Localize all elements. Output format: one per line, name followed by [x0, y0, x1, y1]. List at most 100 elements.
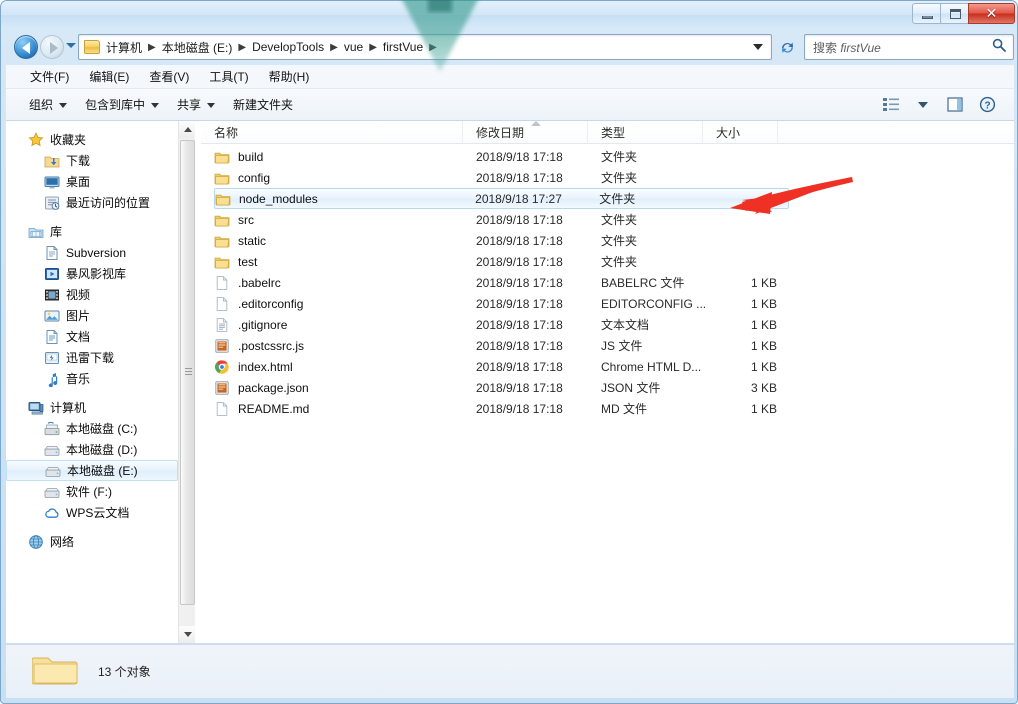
- file-name-label: test: [238, 254, 258, 269]
- video-icon: [44, 287, 60, 303]
- sidebar-item-4[interactable]: WPS云文档: [6, 502, 178, 523]
- computer-icon: [28, 401, 44, 415]
- sidebar-group-header[interactable]: 网络: [6, 531, 178, 552]
- sidebar-item-1[interactable]: 本地磁盘 (D:): [6, 439, 178, 460]
- scrollbar-thumb[interactable]: [180, 140, 195, 605]
- sidebar-item-label: 软件 (F:): [66, 484, 112, 499]
- table-row[interactable]: package.json 2018/9/18 17:18 JSON 文件 3 KB: [214, 377, 1006, 398]
- sidebar-scrollbar[interactable]: [178, 121, 196, 643]
- table-row[interactable]: .babelrc 2018/9/18 17:18 BABELRC 文件 1 KB: [214, 272, 1006, 293]
- breadcrumb-separator-icon[interactable]: ▶: [146, 42, 158, 53]
- search-box[interactable]: 搜索 firstVue: [804, 34, 1014, 60]
- sidebar-item-0[interactable]: 下载: [6, 150, 178, 171]
- table-row[interactable]: test 2018/9/18 17:18 文件夹: [214, 251, 1006, 272]
- file-name-label: .editorconfig: [238, 296, 304, 311]
- menu-bar: 文件(F) 编辑(E) 查看(V) 工具(T) 帮助(H): [6, 65, 1014, 89]
- breadcrumb-separator-icon[interactable]: ▶: [236, 42, 248, 53]
- file-name-label: node_modules: [239, 191, 318, 206]
- breadcrumb-item[interactable]: vue: [340, 38, 367, 56]
- sidebar-item-4[interactable]: 文档: [6, 326, 178, 347]
- sidebar-group-header[interactable]: 库: [6, 221, 178, 242]
- toolbar-button-0[interactable]: 组织: [20, 92, 76, 117]
- breadcrumb-item[interactable]: 计算机: [102, 37, 146, 58]
- address-bar[interactable]: 计算机 ▶ 本地磁盘 (E:) ▶ DevelopTools ▶ vue ▶ firstVue ▶: [78, 34, 772, 60]
- toolbar-button-3[interactable]: 新建文件夹: [224, 92, 302, 117]
- scroll-down-button[interactable]: [179, 626, 196, 643]
- file-name-cell: node_modules: [215, 191, 475, 207]
- refresh-button[interactable]: [774, 34, 800, 60]
- file-date-cell: 2018/9/18 17:18: [476, 401, 563, 416]
- column-header-date[interactable]: 修改日期: [463, 121, 588, 144]
- table-row[interactable]: config 2018/9/18 17:18 文件夹: [214, 167, 1006, 188]
- refresh-icon: [781, 42, 793, 53]
- sidebar-group-label: 收藏夹: [50, 132, 87, 147]
- table-row[interactable]: build 2018/9/18 17:18 文件夹: [214, 146, 1006, 167]
- sidebar-item-1[interactable]: 暴风影视库: [6, 263, 178, 284]
- table-row[interactable]: .postcssrc.js 2018/9/18 17:18 JS 文件 1 KB: [214, 335, 1006, 356]
- column-header-type[interactable]: 类型: [588, 121, 703, 144]
- menu-item-1[interactable]: 编辑(E): [79, 65, 139, 88]
- close-icon: ✕: [985, 5, 998, 21]
- close-button[interactable]: ✕: [968, 3, 1015, 24]
- sidebar-item-3[interactable]: 软件 (F:): [6, 481, 178, 502]
- file-size-cell: 3 KB: [750, 380, 777, 395]
- table-row[interactable]: node_modules 2018/9/18 17:27 文件夹: [214, 188, 789, 209]
- breadcrumb-separator-icon[interactable]: ▶: [367, 42, 379, 53]
- breadcrumb-separator-icon[interactable]: ▶: [328, 42, 340, 53]
- table-row[interactable]: README.md 2018/9/18 17:18 MD 文件 1 KB: [214, 398, 1006, 419]
- breadcrumb-item[interactable]: firstVue: [379, 38, 427, 56]
- chevron-down-icon[interactable]: [908, 93, 938, 117]
- network-icon: [28, 534, 44, 550]
- sidebar-item-0[interactable]: 本地磁盘 (C:): [6, 418, 178, 439]
- column-header-name[interactable]: 名称: [201, 121, 463, 144]
- sidebar-item-label: 本地磁盘 (D:): [66, 442, 138, 457]
- toolbar-button-2[interactable]: 共享: [168, 92, 224, 117]
- chevron-down-icon[interactable]: [753, 44, 763, 50]
- minimize-button[interactable]: [912, 3, 941, 24]
- sidebar-item-5[interactable]: 迅雷下载: [6, 347, 178, 368]
- drive-icon: [45, 466, 61, 477]
- column-header-size[interactable]: 大小: [703, 121, 778, 144]
- sidebar-item-2[interactable]: 本地磁盘 (E:): [6, 460, 178, 481]
- table-row[interactable]: .gitignore 2018/9/18 17:18 文本文档 1 KB: [214, 314, 1006, 335]
- menu-item-2[interactable]: 查看(V): [139, 65, 199, 88]
- back-button[interactable]: [14, 35, 38, 59]
- text-file-icon: [214, 317, 230, 333]
- forward-button[interactable]: [40, 35, 64, 59]
- toolbar-button-1[interactable]: 包含到库中: [76, 92, 168, 117]
- sidebar-item-1[interactable]: 桌面: [6, 171, 178, 192]
- menu-item-0[interactable]: 文件(F): [20, 65, 79, 88]
- table-row[interactable]: index.html 2018/9/18 17:18 Chrome HTML D..…: [214, 356, 1006, 377]
- sidebar-item-2[interactable]: 视频: [6, 284, 178, 305]
- breadcrumb-separator-icon[interactable]: ▶: [427, 42, 439, 53]
- sidebar-group-header[interactable]: 计算机: [6, 397, 178, 418]
- maximize-button[interactable]: [940, 3, 969, 24]
- breadcrumb-item[interactable]: DevelopTools: [248, 38, 328, 56]
- table-row[interactable]: .editorconfig 2018/9/18 17:18 EDITORCONFIG…: [214, 293, 1006, 314]
- menu-item-4[interactable]: 帮助(H): [259, 65, 320, 88]
- scroll-up-button[interactable]: [179, 121, 196, 138]
- menu-item-3[interactable]: 工具(T): [199, 65, 258, 88]
- documents-icon: [46, 329, 58, 344]
- maximize-icon: [950, 9, 961, 19]
- view-list-icon[interactable]: [876, 93, 906, 117]
- download-folder-icon: [44, 156, 60, 167]
- sidebar-item-6[interactable]: 音乐: [6, 368, 178, 389]
- breadcrumb-item[interactable]: 本地磁盘 (E:): [158, 37, 237, 58]
- sidebar-item-0[interactable]: Subversion: [6, 242, 178, 263]
- table-row[interactable]: src 2018/9/18 17:18 文件夹: [214, 209, 1006, 230]
- music-icon: [44, 371, 60, 387]
- help-icon[interactable]: ?: [972, 93, 1002, 117]
- recent-pages-dropdown[interactable]: [66, 43, 76, 48]
- preview-pane-icon[interactable]: [940, 93, 970, 117]
- sidebar-item-3[interactable]: 图片: [6, 305, 178, 326]
- file-name-label: .postcssrc.js: [238, 338, 305, 353]
- sidebar-item-2[interactable]: 最近访问的位置: [6, 192, 178, 213]
- baofeng-icon: [44, 266, 60, 282]
- search-input[interactable]: 搜索 firstVue: [813, 39, 881, 56]
- library-icon: [28, 227, 44, 238]
- file-date-cell: 2018/9/18 17:18: [476, 380, 563, 395]
- table-row[interactable]: static 2018/9/18 17:18 文件夹: [214, 230, 1006, 251]
- title-bar: ✕: [1, 1, 1017, 29]
- sidebar-group-header[interactable]: 收藏夹: [6, 129, 178, 150]
